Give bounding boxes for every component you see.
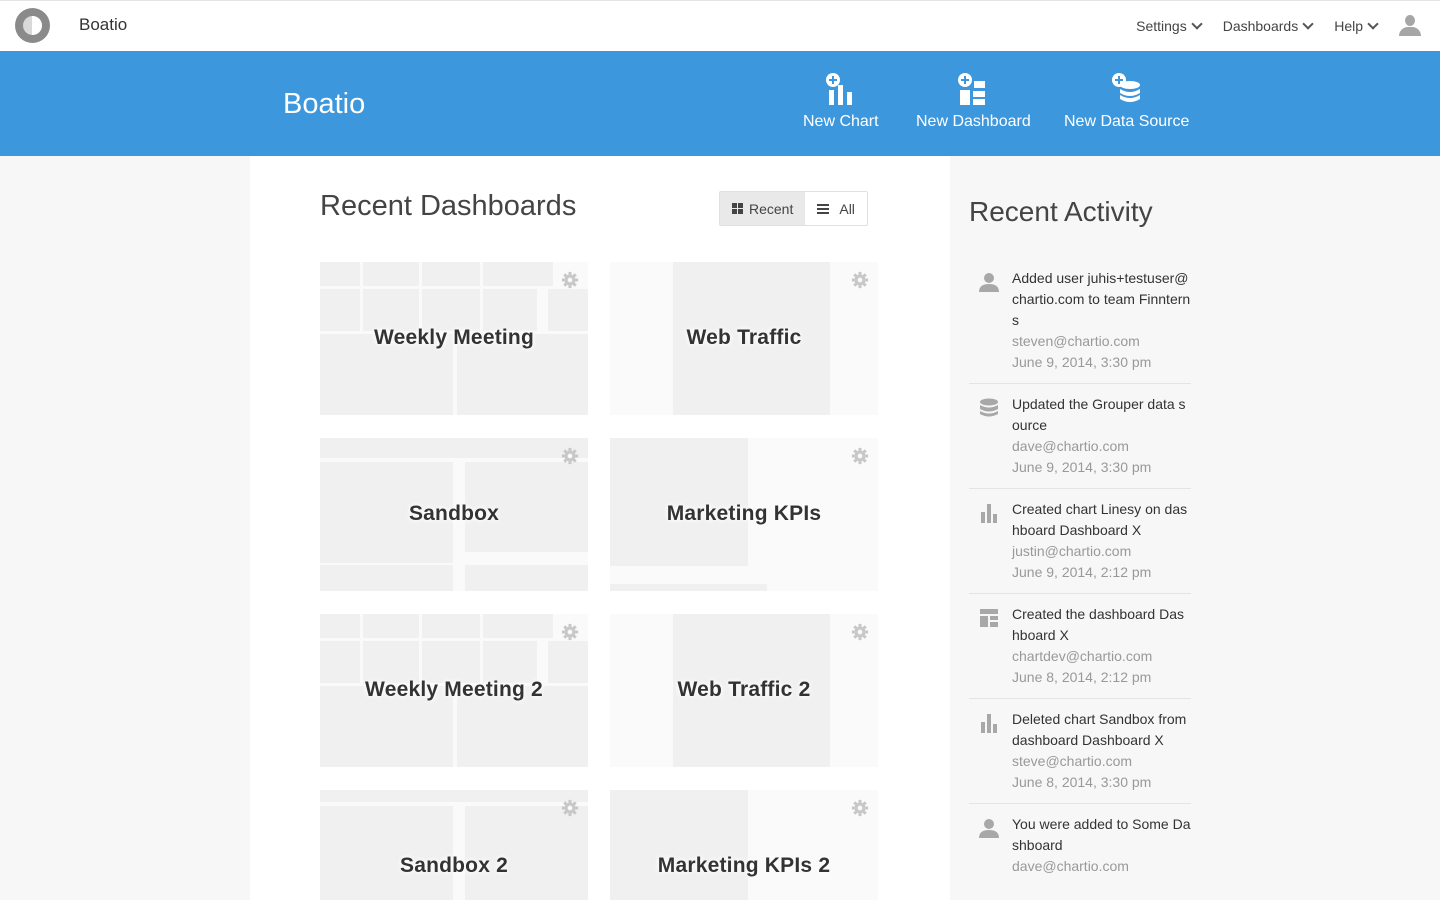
top-bar: Boatio Settings Dashboards Help: [0, 0, 1440, 51]
nav-dashboards-label: Dashboards: [1222, 18, 1299, 34]
nav-help-label: Help: [1334, 18, 1363, 34]
activity-item: Deleted chart Sandbox from dashboard Das…: [969, 699, 1191, 804]
activity-time: June 8, 2014, 3:30 pm: [1012, 774, 1152, 790]
new-data-source-button[interactable]: New Data Source: [1064, 73, 1189, 131]
dashboard-card-title: Marketing KPIs: [666, 502, 822, 525]
activity-item: Created the dashboard Dashboard X chartd…: [969, 594, 1191, 699]
dashboard-card-title: Sandbox: [408, 502, 500, 525]
dashboard-card[interactable]: Web Traffic: [610, 262, 878, 415]
activity-text: Updated the Grouper data source: [1012, 396, 1186, 433]
activity-text: Created the dashboard Dashboard X: [1012, 606, 1184, 643]
app-logo-icon[interactable]: [15, 8, 50, 43]
activity-user[interactable]: dave@chartio.com: [1012, 436, 1191, 457]
app-name[interactable]: Boatio: [79, 15, 127, 35]
activity-user[interactable]: steve@chartio.com: [1012, 751, 1191, 772]
user-menu-icon[interactable]: [1399, 15, 1421, 37]
dashboard-card-title: Weekly Meeting 2: [365, 678, 543, 701]
list-icon: [817, 203, 830, 214]
user-icon: [979, 819, 999, 838]
new-chart-icon: [825, 73, 852, 105]
dashboard-card[interactable]: Sandbox 2: [320, 790, 588, 900]
dashboard-card[interactable]: Weekly Meeting 2: [320, 614, 588, 767]
new-chart-label: New Chart: [803, 113, 879, 130]
dashboard-card[interactable]: Marketing KPIs: [610, 438, 878, 591]
all-toggle-button[interactable]: All: [805, 192, 867, 225]
gear-icon[interactable]: [851, 623, 869, 641]
recent-toggle-button[interactable]: Recent: [720, 192, 806, 225]
dashboard-card-title: Web Traffic 2: [677, 678, 811, 701]
user-icon: [979, 273, 999, 292]
activity-time: June 9, 2014, 3:30 pm: [1012, 354, 1152, 370]
chevron-down-icon: [1302, 17, 1314, 30]
gear-icon[interactable]: [851, 799, 869, 817]
nav-settings-menu[interactable]: Settings: [1136, 17, 1203, 34]
nav-settings-label: Settings: [1136, 18, 1187, 34]
activity-item: Added user juhis+testuser@chartio.com to…: [969, 258, 1191, 384]
dashboard-card[interactable]: Sandbox: [320, 438, 588, 591]
nav-help-menu[interactable]: Help: [1334, 17, 1379, 34]
recent-toggle-label: Recent: [749, 200, 794, 217]
dashboard-card-title: Sandbox 2: [400, 854, 508, 877]
new-dashboard-button[interactable]: New Dashboard: [916, 73, 1031, 131]
bar-chart-icon: [981, 504, 997, 523]
activity-time: June 9, 2014, 3:30 pm: [1012, 459, 1152, 475]
page-title: Boatio: [283, 88, 366, 120]
activity-time: June 9, 2014, 2:12 pm: [1012, 564, 1152, 580]
activity-text: You were added to Some Dashboard: [1012, 816, 1191, 853]
activity-user[interactable]: dave@chartio.com: [1012, 856, 1191, 877]
activity-time: June 8, 2014, 2:12 pm: [1012, 669, 1152, 685]
new-chart-button[interactable]: New Chart: [803, 73, 879, 131]
activity-user[interactable]: steven@chartio.com: [1012, 331, 1191, 352]
dashboard-card[interactable]: Weekly Meeting: [320, 262, 588, 415]
new-dashboard-icon: [958, 73, 986, 105]
activity-user[interactable]: chartdev@chartio.com: [1012, 646, 1191, 667]
grid-icon: [732, 203, 743, 214]
dashboard-card-title: Web Traffic: [686, 326, 802, 349]
activity-title: Recent Activity: [969, 196, 1153, 227]
all-toggle-label: All: [839, 200, 855, 217]
top-nav: Settings Dashboards Help: [1136, 1, 1440, 51]
new-data-source-label: New Data Source: [1064, 113, 1190, 130]
dashboard-icon: [980, 609, 998, 627]
activity-item: You were added to Some Dashboard dave@ch…: [969, 804, 1191, 887]
dashboard-card[interactable]: Web Traffic 2: [610, 614, 878, 767]
gear-icon[interactable]: [851, 447, 869, 465]
gear-icon[interactable]: [561, 447, 579, 465]
activity-text: Added user juhis+testuser@chartio.com to…: [1012, 270, 1191, 328]
new-dashboard-label: New Dashboard: [916, 113, 1031, 130]
bar-chart-icon: [981, 714, 997, 733]
chevron-down-icon: [1191, 17, 1203, 30]
dashboard-card[interactable]: Marketing KPIs 2: [610, 790, 878, 900]
activity-user[interactable]: justin@chartio.com: [1012, 541, 1191, 562]
activity-list: Added user juhis+testuser@chartio.com to…: [969, 258, 1191, 887]
header-banner: Boatio New Chart New Dashboard New Data …: [0, 51, 1440, 156]
section-title: Recent Dashboards: [320, 190, 577, 222]
dashboard-card-title: Weekly Meeting: [374, 326, 534, 349]
dashboard-card-title: Marketing KPIs 2: [657, 854, 831, 877]
nav-dashboards-menu[interactable]: Dashboards: [1222, 17, 1314, 34]
activity-item: Updated the Grouper data source dave@cha…: [969, 384, 1191, 489]
gear-icon[interactable]: [561, 271, 579, 289]
database-icon: [980, 398, 998, 417]
chevron-down-icon: [1367, 17, 1379, 30]
gear-icon[interactable]: [851, 271, 869, 289]
activity-item: Created chart Linesy on dashboard Dashbo…: [969, 489, 1191, 594]
gear-icon[interactable]: [561, 799, 579, 817]
recent-dashboards-panel: Recent Dashboards Recent All Weekly Meet…: [250, 156, 950, 900]
activity-text: Deleted chart Sandbox from dashboard Das…: [1012, 711, 1187, 748]
new-data-source-icon: [1111, 73, 1140, 102]
view-toggle: Recent All: [719, 191, 868, 226]
gear-icon[interactable]: [561, 623, 579, 641]
activity-text: Created chart Linesy on dashboard Dashbo…: [1012, 501, 1188, 538]
